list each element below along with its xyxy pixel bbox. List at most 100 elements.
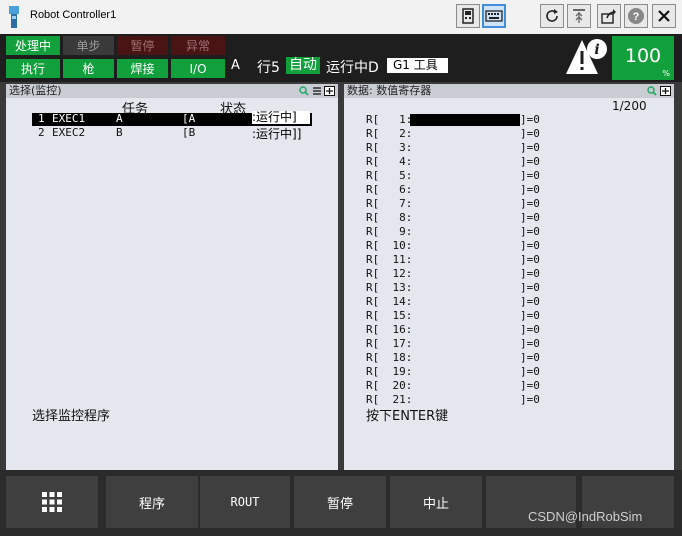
teach-pendant-icon	[462, 8, 474, 24]
status-io: I/O	[171, 59, 225, 78]
register-value: ]=0	[520, 379, 540, 392]
menu-button[interactable]	[6, 476, 98, 528]
row-state: :运行中]	[252, 111, 310, 124]
warning-info-icon[interactable]: i	[564, 36, 608, 78]
status-bar: 处理中 单步 暂停 异常 执行 枪 焊接 I/O A 行5 自动 运行中D G1…	[0, 34, 682, 82]
register-comment[interactable]	[410, 268, 520, 280]
row-index: 2	[38, 126, 45, 139]
register-value: ]=0	[520, 351, 540, 364]
left-panel: 选择(监控) 任务 状态 1 EXEC1 A [A :运行中] 2 EXEC2 …	[6, 84, 338, 470]
row-name: EXEC1	[52, 112, 86, 125]
register-comment[interactable]	[410, 282, 520, 294]
register-comment[interactable]	[410, 170, 520, 182]
register-comment[interactable]	[410, 156, 520, 168]
register-comment[interactable]	[410, 380, 520, 392]
list-icon[interactable]	[312, 86, 322, 96]
register-comment[interactable]	[410, 198, 520, 210]
program-letter: A	[231, 58, 240, 73]
right-panel: 数据: 数值寄存器 1/200 R[ 1:]=0 R[ 2:]=0 R[ 3:]=0…	[344, 84, 674, 470]
antenna-icon	[573, 9, 585, 23]
register-comment[interactable]	[410, 254, 520, 266]
status-hold: 暂停	[117, 36, 168, 55]
register-value: ]=0	[520, 309, 540, 322]
svg-text:?: ?	[633, 11, 640, 23]
refresh-button[interactable]	[540, 4, 564, 28]
keyboard-icon	[485, 10, 503, 22]
register-comment[interactable]	[410, 142, 520, 154]
register-label: R[ 13:	[366, 281, 413, 294]
maximize-icon[interactable]	[324, 86, 335, 96]
register-label: R[ 3:	[366, 141, 413, 154]
maximize-icon[interactable]	[660, 86, 671, 96]
register-comment[interactable]	[410, 324, 520, 336]
right-panel-title: 数据: 数值寄存器	[347, 84, 432, 97]
register-value: ]=0	[520, 127, 540, 140]
register-comment[interactable]	[410, 310, 520, 322]
register-label: R[ 5:	[366, 169, 413, 182]
title-bar: Robot Controller1 ?	[0, 0, 682, 35]
register-comment[interactable]	[410, 338, 520, 350]
line-number: 行5	[257, 60, 280, 76]
group-tool-indicator: G1 工具	[387, 58, 448, 73]
status-fault: 异常	[171, 36, 225, 55]
register-value: ]=0	[520, 239, 540, 252]
antenna-button[interactable]	[567, 4, 591, 28]
row-name: EXEC2	[52, 126, 86, 139]
register-comment[interactable]	[410, 184, 520, 196]
left-panel-header: 选择(监控)	[6, 84, 338, 98]
teach-pendant-button[interactable]	[456, 4, 480, 28]
window-title: Robot Controller1	[30, 9, 117, 21]
row-state: :运行中]]	[252, 127, 302, 141]
row-task: B	[116, 126, 123, 139]
f4-abort-button[interactable]: 中止	[390, 476, 482, 528]
register-label: R[ 17:	[366, 337, 413, 350]
table-row[interactable]: 2 EXEC2 B [B :运行中]]	[32, 126, 312, 141]
register-value: ]=0	[520, 113, 540, 126]
register-value: ]=0	[520, 169, 540, 182]
refresh-icon	[546, 9, 558, 22]
register-label: R[ 1:	[366, 113, 413, 126]
f3-pause-button[interactable]: 暂停	[294, 476, 386, 528]
register-label: R[ 4:	[366, 155, 413, 168]
right-prompt: 按下ENTER键	[366, 409, 449, 424]
svg-text:i: i	[594, 42, 599, 58]
register-label: R[ 16:	[366, 323, 413, 336]
close-button[interactable]	[652, 4, 676, 28]
share-button[interactable]	[597, 4, 621, 28]
keyboard-button[interactable]	[482, 4, 506, 28]
f2-rout-button[interactable]: ROUT	[200, 476, 290, 528]
register-comment[interactable]	[410, 212, 520, 224]
register-value: ]=0	[520, 337, 540, 350]
zoom-icon[interactable]	[299, 86, 309, 96]
row-bracket: [B	[182, 126, 196, 139]
register-comment[interactable]	[410, 128, 520, 140]
speed-override[interactable]: 100 %	[612, 36, 674, 80]
watermark: CSDN@IndRobSim	[528, 509, 643, 524]
register-comment[interactable]	[410, 352, 520, 364]
register-label: R[ 11:	[366, 253, 413, 266]
share-icon	[601, 9, 616, 24]
zoom-icon[interactable]	[647, 86, 657, 96]
register-comment[interactable]	[410, 226, 520, 238]
f1-program-button[interactable]: 程序	[106, 476, 198, 528]
register-label: R[ 7:	[366, 197, 413, 210]
close-icon	[658, 10, 670, 22]
register-comment[interactable]	[410, 296, 520, 308]
help-button[interactable]: ?	[624, 4, 648, 28]
register-comment[interactable]	[410, 366, 520, 378]
row-task: A	[116, 112, 123, 125]
register-comment[interactable]	[410, 114, 520, 126]
left-panel-title: 选择(监控)	[9, 84, 62, 97]
register-value: ]=0	[520, 323, 540, 336]
register-value: ]=0	[520, 183, 540, 196]
register-value: ]=0	[520, 267, 540, 280]
register-label: R[ 10:	[366, 239, 413, 252]
register-label: R[ 20:	[366, 379, 413, 392]
register-comment[interactable]	[410, 240, 520, 252]
status-gun: 枪	[63, 59, 114, 78]
register-label: R[ 14:	[366, 295, 413, 308]
row-index: 1	[38, 112, 45, 125]
register-label: R[ 12:	[366, 267, 413, 280]
mode-badge: 自动	[286, 57, 320, 74]
speed-value: 100	[624, 45, 662, 67]
